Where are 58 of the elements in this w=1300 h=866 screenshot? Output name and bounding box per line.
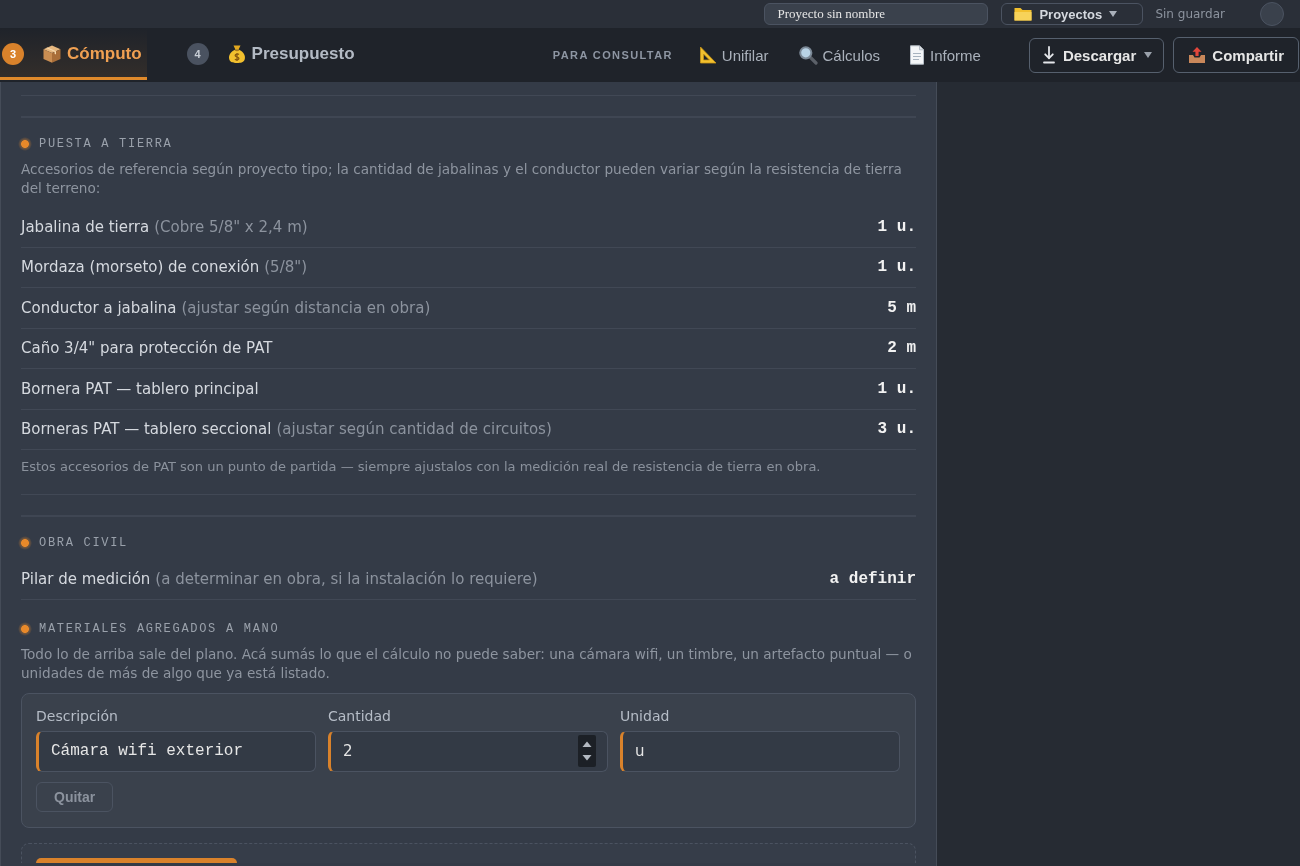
field-label: Cantidad: [328, 707, 392, 724]
item-quantity: 1 u.: [877, 217, 916, 236]
nav-link[interactable]: Informe: [909, 45, 981, 65]
section-note: Estos accesorios de PAT son un punto de partida — siempre ajustalos con la medición real de resistencia de tierra en obra.: [21, 450, 916, 495]
download-icon: [1042, 46, 1055, 64]
outbox-tray-icon: [1188, 46, 1207, 64]
quantity-field[interactable]: 2: [328, 730, 608, 772]
box-icon: [42, 44, 62, 64]
tab[interactable]: 4 Presupuesto: [184, 28, 360, 80]
item-quantity: 1 u.: [877, 379, 916, 398]
nav-link[interactable]: Cálculos: [797, 45, 881, 65]
item-quantity: 5 m: [887, 298, 916, 317]
section-description: Todo lo de arriba sale del plano. Acá sumás lo que el cálculo no puede saber: una cámara wifi, un timbre, un artefacto puntual — o unidades de más de algo que ya está listado.: [21, 644, 913, 683]
item-detail: (ajustar según distancia en obra): [181, 298, 431, 317]
item-name: Bornera PAT — tablero principal: [21, 379, 259, 398]
bullet-dot-icon: [18, 621, 32, 636]
nav-heading: PARA CONSULTAR: [552, 49, 673, 61]
document-icon: [909, 45, 926, 65]
item-name: Borneras PAT — tablero seccional: [21, 420, 272, 439]
item-detail: (a determinar en obra, si la instalación lo requiere): [155, 569, 538, 588]
unit-field[interactable]: u: [620, 730, 900, 772]
folder-icon: [1014, 7, 1033, 21]
save-status: Sin guardar: [1155, 7, 1225, 21]
step-badge: 3: [2, 43, 24, 65]
item-name: Mordaza (morseto) de conexión: [21, 258, 260, 277]
projects-button[interactable]: Proyectos: [1001, 3, 1144, 25]
bullet-dot-icon: [18, 137, 32, 151]
download-button[interactable]: Descargar: [1028, 37, 1165, 73]
item-detail: (Cobre 5/8" x 2,4 m): [154, 217, 308, 236]
caret-icon: [1144, 52, 1153, 58]
item-name: Jabalina de tierra: [21, 217, 150, 236]
stepper-icon[interactable]: [578, 734, 596, 767]
item-name: Pilar de medición: [21, 569, 151, 588]
item-name: Conductor a jabalina: [21, 298, 177, 317]
search-icon: [797, 45, 818, 65]
money-bag-icon: [226, 44, 247, 64]
triangle-ruler-icon: [698, 46, 717, 64]
primary-button[interactable]: [36, 857, 237, 863]
item-detail: (5/8"): [264, 258, 307, 277]
field-label: Descripción: [36, 707, 119, 724]
item-quantity: 1 u.: [877, 258, 916, 277]
item-quantity: a definir: [829, 569, 916, 588]
step-badge: 4: [186, 43, 209, 65]
item-name: Caño 3/4" para protección de PAT: [21, 339, 273, 358]
item-quantity: 3 u.: [877, 420, 916, 439]
section-title: MATERIALES AGREGADOS A MANO: [39, 621, 280, 636]
item-detail: (ajustar según cantidad de circuitos): [276, 420, 552, 439]
caret-icon: [1109, 11, 1118, 17]
project-name-field[interactable]: Proyecto sin nombre: [764, 3, 989, 25]
section-title: OBRA CIVIL: [39, 536, 128, 550]
description-field[interactable]: Cámara wifi exterior: [36, 730, 316, 772]
share-button[interactable]: Compartir: [1173, 37, 1299, 73]
item-quantity: 2 m: [887, 339, 916, 358]
nav-link[interactable]: Unifilar: [698, 46, 769, 64]
bullet-dot-icon: [18, 536, 32, 550]
section-title: PUESTA A TIERRA: [39, 137, 173, 151]
field-label: Unidad: [620, 707, 671, 724]
section-description: Accesorios de referencia según proyecto tipo; la cantidad de jabalinas y el conductor pueden variar según la resistencia de tierra del terreno:: [21, 160, 903, 198]
